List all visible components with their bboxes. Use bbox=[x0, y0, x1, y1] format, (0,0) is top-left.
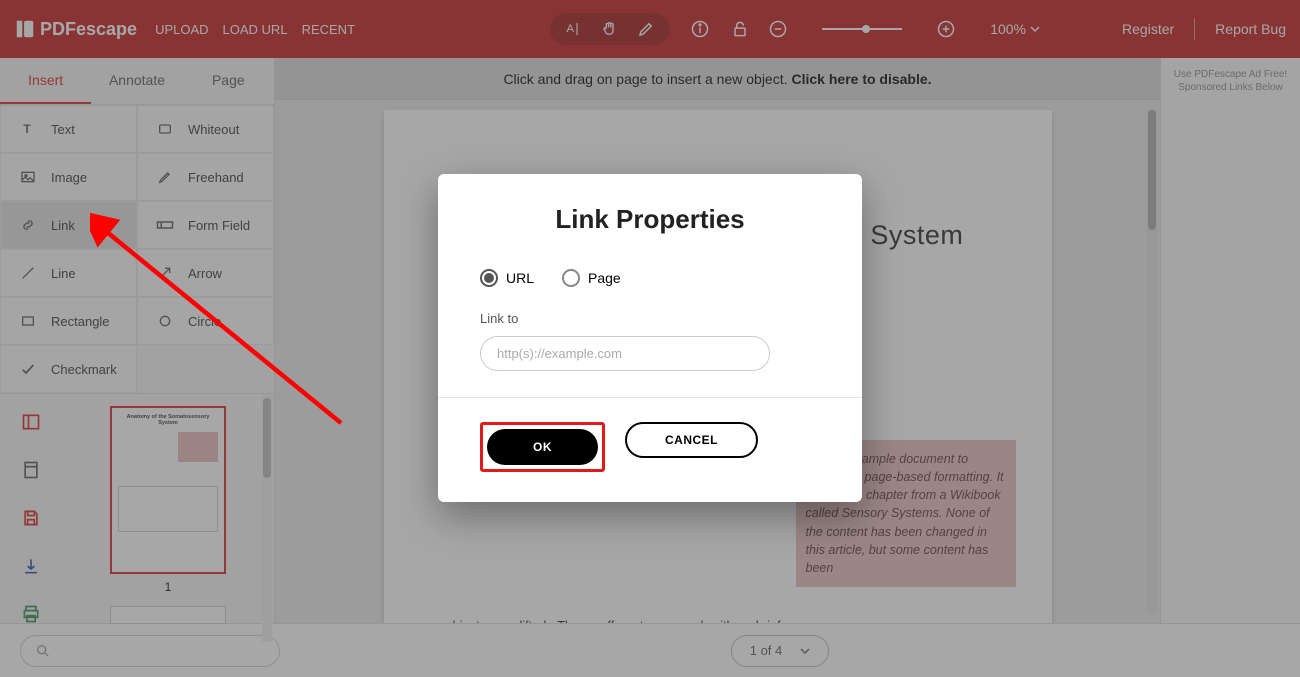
modal-backdrop: Link Properties URL Page Link to OK CANC… bbox=[0, 0, 1300, 677]
radio-label: Page bbox=[588, 270, 621, 286]
radio-icon-selected bbox=[480, 269, 498, 287]
linkto-label: Link to bbox=[480, 311, 820, 326]
radio-icon-unselected bbox=[562, 269, 580, 287]
modal-footer: OK CANCEL bbox=[438, 397, 862, 502]
radio-url[interactable]: URL bbox=[480, 269, 534, 287]
radio-page[interactable]: Page bbox=[562, 269, 621, 287]
cancel-button[interactable]: CANCEL bbox=[625, 422, 758, 458]
url-input[interactable] bbox=[480, 336, 770, 371]
ok-button[interactable]: OK bbox=[487, 429, 598, 465]
modal-title: Link Properties bbox=[480, 204, 820, 235]
link-properties-dialog: Link Properties URL Page Link to OK CANC… bbox=[438, 174, 862, 502]
radio-group: URL Page bbox=[480, 269, 820, 287]
ok-button-highlight: OK bbox=[480, 422, 605, 472]
radio-label: URL bbox=[506, 270, 534, 286]
